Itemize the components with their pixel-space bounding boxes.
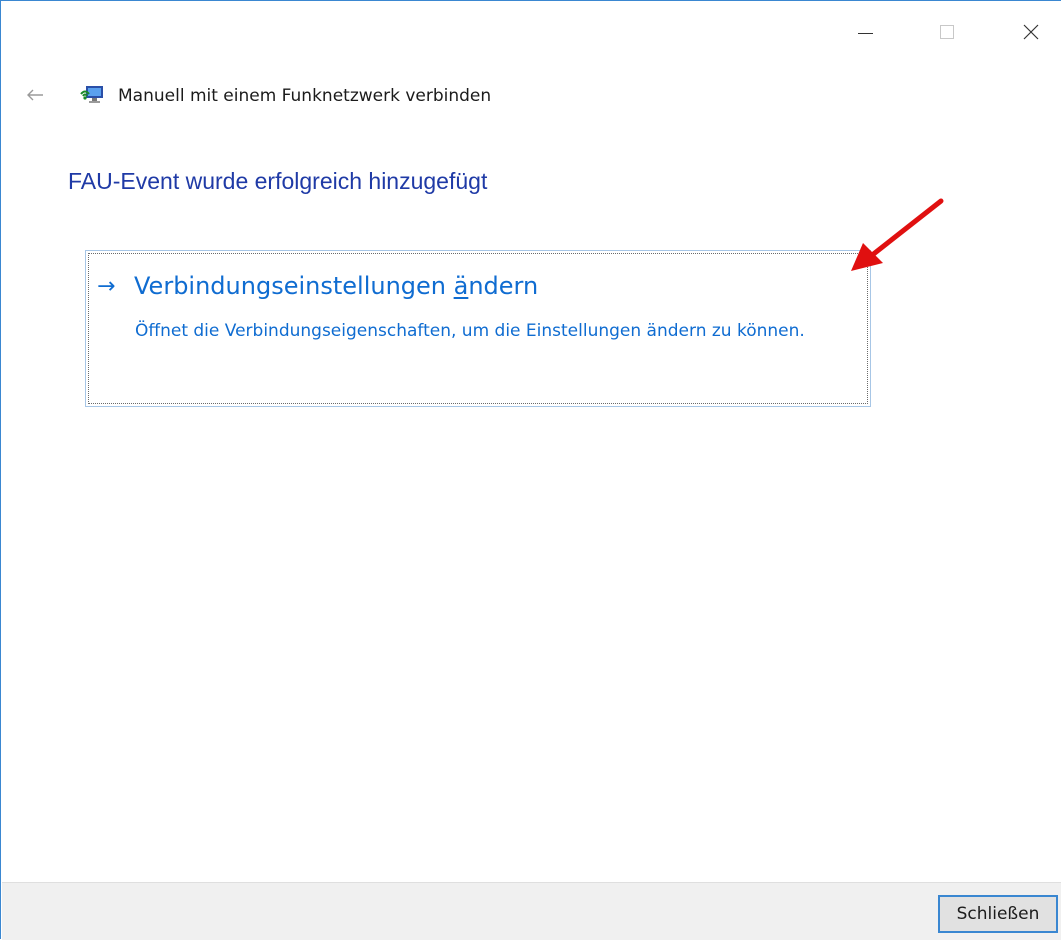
title-part-1: Verbindungseinstellungen (134, 272, 454, 300)
minimize-icon (857, 32, 873, 34)
back-button[interactable] (21, 81, 49, 109)
focus-rectangle: → Verbindungseinstellungen ändern Öffnet… (88, 253, 868, 404)
minimize-button[interactable] (845, 15, 885, 49)
wireless-network-icon (80, 86, 103, 103)
title-part-2: ndern (468, 272, 539, 300)
close-icon (1023, 24, 1039, 40)
change-connection-settings-link[interactable]: → Verbindungseinstellungen ändern Öffnet… (85, 250, 871, 407)
close-button[interactable]: Schließen (938, 895, 1058, 933)
back-arrow-icon (27, 89, 43, 101)
red-pointer-arrow-icon (851, 198, 944, 271)
dialog-title: Manuell mit einem Funknetzwerk verbinden (118, 86, 492, 106)
close-window-button[interactable] (1011, 15, 1051, 49)
page-heading: FAU-Event wurde erfolgreich hinzugefügt (68, 168, 488, 194)
maximize-button[interactable] (927, 15, 967, 49)
command-link-description: Öffnet die Verbindungseigenschaften, um … (135, 321, 805, 341)
access-key: ä (453, 272, 469, 300)
command-arrow-icon: → (97, 274, 116, 299)
maximize-icon (940, 25, 954, 39)
dialog-footer (2, 882, 1061, 940)
dialog-window: Manuell mit einem Funknetzwerk verbinden… (0, 0, 1061, 940)
command-link-title: Verbindungseinstellungen ändern (134, 272, 538, 300)
